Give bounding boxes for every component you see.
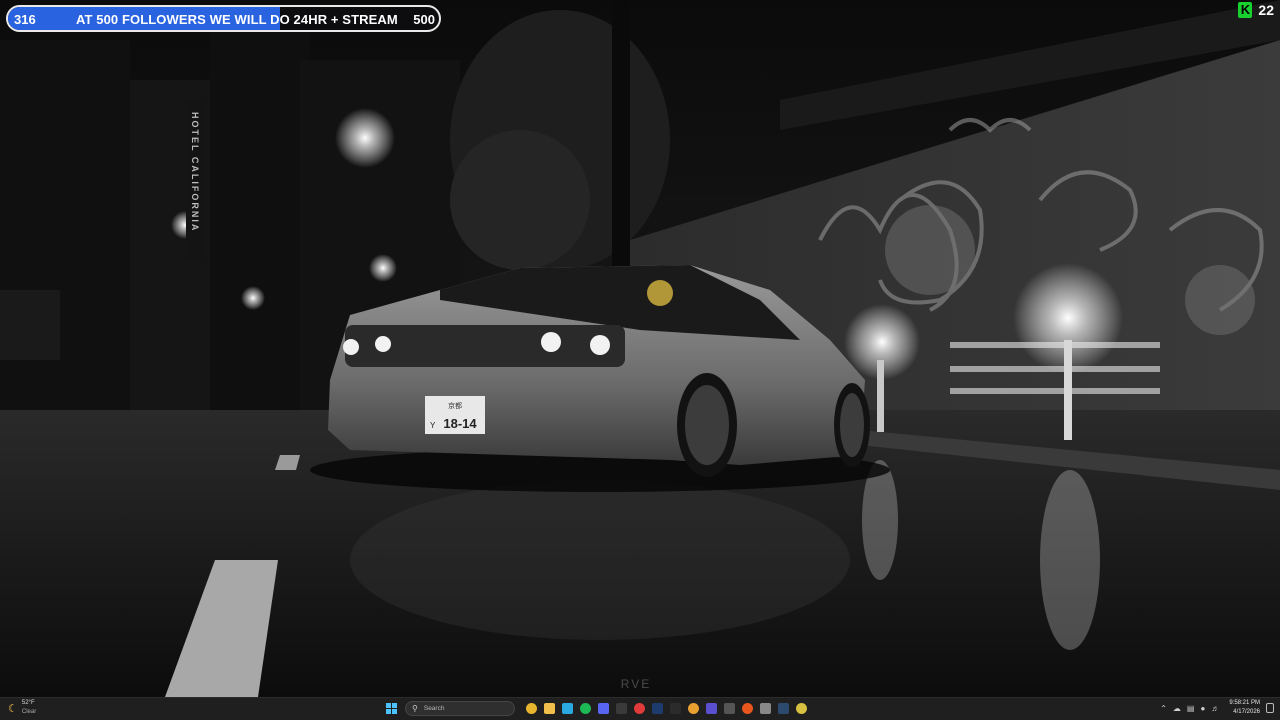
- network-icon[interactable]: ▤: [1187, 704, 1195, 713]
- taskbar: ☾ 52°F Clear ⚲ Search ⌃ ☁ ▤ ● ♬ 9:58:21 …: [0, 697, 1280, 720]
- license-plate-region: 京都: [448, 401, 462, 410]
- cloud-icon[interactable]: ☁: [1173, 704, 1181, 713]
- microphone-icon[interactable]: ●: [1200, 704, 1205, 713]
- brave-icon[interactable]: [742, 703, 753, 714]
- edge-icon[interactable]: [562, 703, 573, 714]
- taskbar-apps: ⚲ Search: [383, 700, 807, 717]
- pinned-apps: [526, 703, 807, 714]
- adobe-icon[interactable]: [634, 703, 645, 714]
- watermark-text: RVE: [621, 677, 651, 691]
- discord-icon[interactable]: [598, 703, 609, 714]
- settings-icon[interactable]: [760, 703, 771, 714]
- goal-target-count: 500: [413, 12, 435, 27]
- windows-logo-icon: [386, 703, 397, 714]
- spotify-icon[interactable]: [580, 703, 591, 714]
- start-button[interactable]: [383, 700, 400, 717]
- app-icon[interactable]: [706, 703, 717, 714]
- weather-temperature: 52°F: [21, 700, 35, 706]
- kick-viewer-counter: K 22: [1238, 2, 1274, 18]
- kick-count: 22: [1258, 2, 1274, 18]
- weather-condition: Clear: [21, 709, 37, 715]
- file-explorer-icon[interactable]: [544, 703, 555, 714]
- weather-text: 52°F Clear: [22, 699, 36, 717]
- kick-logo-icon: K: [1238, 2, 1253, 18]
- wallpaper-art: HOTEL CALIFORNIA 京都 Y 18-14 RVE: [0, 0, 1280, 697]
- goal-label: AT 500 FOLLOWERS WE WILL DO 24HR + STREA…: [76, 12, 398, 27]
- taskbar-search[interactable]: ⚲ Search: [405, 701, 515, 716]
- hotel-sign-text: HOTEL CALIFORNIA: [190, 112, 200, 232]
- license-plate-number: 18-14: [443, 416, 477, 431]
- headset-icon[interactable]: [724, 703, 735, 714]
- search-icon: ⚲: [412, 704, 418, 713]
- clock[interactable]: 9:58:21 PM 4/17/2026: [1229, 699, 1260, 717]
- obs-icon[interactable]: [616, 703, 627, 714]
- notification-icon[interactable]: [1266, 703, 1274, 713]
- game-icon[interactable]: [796, 703, 807, 714]
- system-tray: ⌃ ☁ ▤ ● ♬ 9:58:21 PM 4/17/2026: [1160, 699, 1274, 717]
- clock-time: 9:58:21 PM: [1229, 700, 1260, 706]
- volume-icon[interactable]: ♬: [1211, 704, 1219, 713]
- follower-goal-bar: 316 AT 500 FOLLOWERS WE WILL DO 24HR + S…: [6, 5, 441, 32]
- license-plate-prefix: Y: [430, 421, 436, 430]
- search-placeholder: Search: [423, 705, 445, 712]
- moon-icon: ☾: [8, 702, 18, 715]
- chrome-icon[interactable]: [526, 703, 537, 714]
- photoshop-icon[interactable]: [652, 703, 663, 714]
- notes-icon[interactable]: [688, 703, 699, 714]
- clock-date: 4/17/2026: [1233, 709, 1260, 715]
- desktop-wallpaper: HOTEL CALIFORNIA 京都 Y 18-14 RVE: [0, 0, 1280, 697]
- terminal-icon[interactable]: [670, 703, 681, 714]
- goal-current-count: 316: [14, 12, 36, 27]
- chevron-up-icon[interactable]: ⌃: [1160, 704, 1167, 713]
- weather-widget[interactable]: ☾ 52°F Clear: [8, 699, 36, 717]
- steam-icon[interactable]: [778, 703, 789, 714]
